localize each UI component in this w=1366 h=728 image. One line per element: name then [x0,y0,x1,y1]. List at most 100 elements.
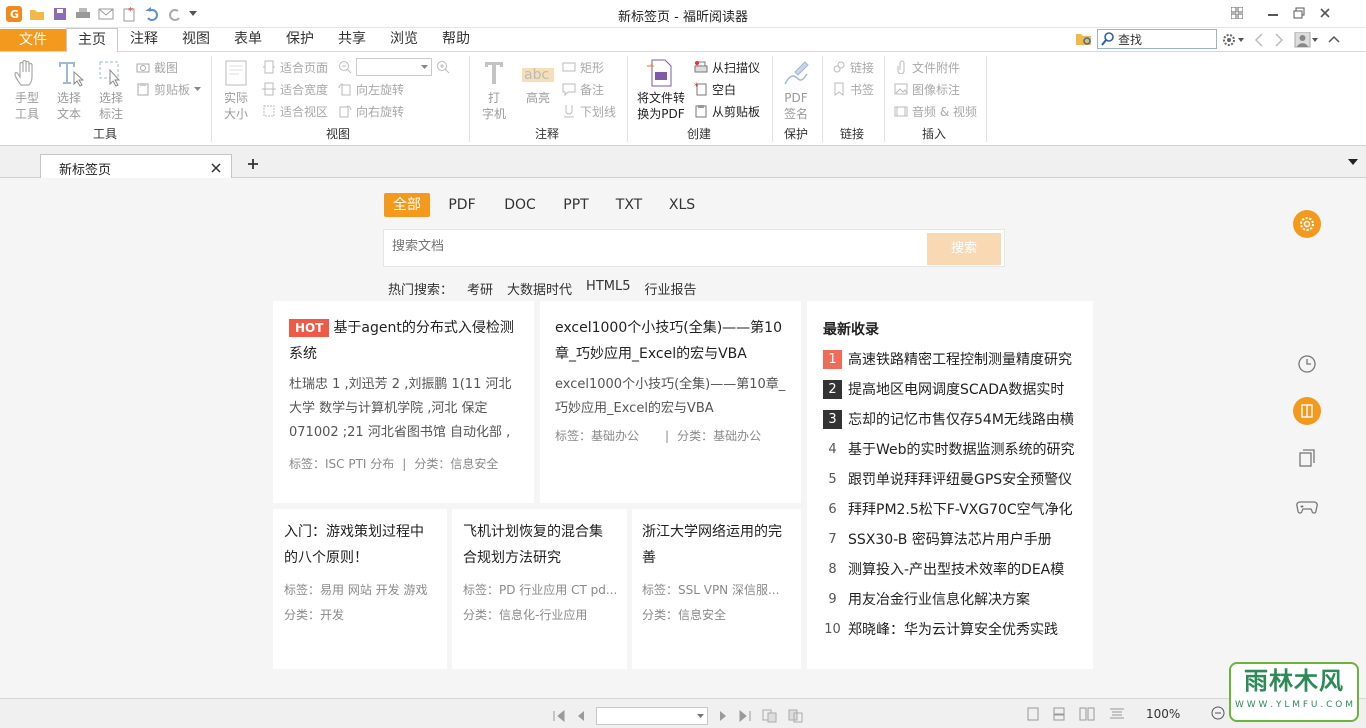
documents-icon[interactable] [1293,444,1321,472]
settings-gear-icon[interactable] [1293,210,1321,238]
tab-comment[interactable]: 注释 [122,28,166,52]
tab-file[interactable]: 文件 [0,29,66,51]
document-card[interactable]: 入门：游戏策划过程中的八个原则！ 标签：易用 网站 开发 游戏 分类：开发 [273,509,447,669]
hot-search-term[interactable]: 大数据时代 [507,279,572,298]
tab-help[interactable]: 帮助 [434,28,478,52]
nav-back-icon[interactable] [1254,33,1264,47]
pdf-sign-button[interactable]: PDF 签名 [778,58,814,122]
latest-item[interactable]: 7 SSX30-B 密码算法芯片用户手册 [823,529,1051,549]
gamepad-icon[interactable] [1293,492,1321,520]
prev-view-icon[interactable] [762,709,778,723]
latest-item[interactable]: 5 跟罚单说拜拜评纽曼GPS安全预警仪 [823,469,1072,489]
nav-forward-icon[interactable] [1274,33,1284,47]
filter-doc[interactable]: DOC [500,193,540,217]
filter-pdf[interactable]: PDF [442,193,482,217]
bookmark-button[interactable]: 书签 [832,79,874,99]
search-button[interactable]: 搜索 [927,233,1001,265]
card-title[interactable]: 飞机计划恢复的混合集合规划方法研究 [463,519,616,571]
tab-share[interactable]: 共享 [330,28,374,52]
close-button[interactable] [1312,2,1338,24]
file-attachment-button[interactable]: 文件附件 [894,57,960,77]
fit-page-button[interactable]: 适合页面 [262,57,328,77]
hot-search-term[interactable]: HTML5 [586,279,630,298]
tab-browse[interactable]: 浏览 [382,28,426,52]
prev-page-icon[interactable] [576,710,586,722]
restore-button[interactable] [1286,2,1312,24]
clipboard-button[interactable]: 剪贴板 [136,79,202,99]
continuous-facing-icon[interactable] [1109,707,1125,721]
page-number-field[interactable] [596,707,708,725]
from-clipboard-button[interactable]: 从剪贴板 [694,101,760,121]
card-title[interactable]: excel1000个小技巧(全集)——第10章_巧妙应用_Excel的宏与VBA [555,315,786,367]
filter-xls[interactable]: XLS [663,193,701,217]
select-annotation-button[interactable]: 选择 标注 [92,58,130,122]
blank-button[interactable]: * 空白 [694,79,736,99]
tab-protect[interactable]: 保护 [278,28,322,52]
convert-to-pdf-button[interactable]: 将文件转 换为PDF [634,58,688,122]
actual-size-button[interactable]: 实际 大小 [217,58,255,122]
facing-page-icon[interactable] [1079,707,1095,721]
collapse-ribbon-icon[interactable] [1328,34,1340,46]
card-title[interactable]: HOT 基于agent的分布式入侵检测系统 [289,315,518,367]
document-card[interactable]: HOT 基于agent的分布式入侵检测系统 杜瑞忠 1 ,刘迅芳 2 ,刘振鹏 1… [273,301,534,503]
latest-item[interactable]: 9 用友冶金行业信息化解决方案 [823,589,1030,609]
zoom-level[interactable]: 100% [1146,707,1180,721]
latest-item[interactable]: 6 拜拜PM2.5松下F-VXG70C空气净化 [823,499,1072,519]
fit-width-button[interactable]: 适合宽度 [262,79,328,99]
latest-item[interactable]: 10 郑晓峰：华为云计算安全优秀实践 [823,619,1058,639]
settings-gear-icon[interactable] [1222,33,1244,47]
rotate-right-button[interactable]: 向右旋转 [338,101,404,121]
next-view-icon[interactable] [788,709,804,723]
document-card[interactable]: excel1000个小技巧(全集)——第10章_巧妙应用_Excel的宏与VBA… [540,301,801,503]
new-tab-plus-icon[interactable] [247,158,259,170]
history-clock-icon[interactable] [1293,350,1321,378]
filter-ppt[interactable]: PPT [557,193,595,217]
note-button[interactable]: 备注 [562,79,604,99]
latest-item[interactable]: 2 提高地区电网调度SCADA数据实时 [823,379,1064,399]
hot-search-term[interactable]: 行业报告 [645,279,697,298]
rectangle-button[interactable]: 矩形 [562,57,604,77]
snapshot-button[interactable]: 截图 [136,57,178,77]
hot-search-term[interactable]: 考研 [467,279,493,298]
audio-video-button[interactable]: 音频 & 视频 [894,101,977,121]
select-text-button[interactable]: 选择 文本 [50,58,88,122]
underline-button[interactable]: 下划线 [562,101,616,121]
find-folder-icon[interactable] [1075,31,1093,47]
tab-home[interactable]: 主页 [66,28,118,53]
next-page-icon[interactable] [718,710,728,722]
card-title[interactable]: 入门：游戏策划过程中的八个原则！ [284,519,436,571]
single-page-icon[interactable] [1027,707,1039,721]
document-card[interactable]: 飞机计划恢复的混合集合规划方法研究 标签：PD 行业应用 CT pd... 分类… [452,509,627,669]
hand-tool-button[interactable]: 手型 工具 [8,58,46,122]
highlight-button[interactable]: abc 高亮 [518,58,558,106]
from-scanner-button[interactable]: 从扫描仪 [694,57,760,77]
first-page-icon[interactable] [552,710,566,722]
continuous-page-icon[interactable] [1053,707,1065,721]
link-button[interactable]: 链接 [832,57,874,77]
zoom-out-icon[interactable] [338,60,352,74]
zoom-in-icon[interactable] [436,60,450,74]
latest-item[interactable]: 4 基于Web的实时数据监测系统的研究 [823,439,1074,459]
fit-visible-button[interactable]: 适合视区 [262,101,328,121]
last-page-icon[interactable] [738,710,752,722]
filter-all[interactable]: 全部 [384,193,430,217]
document-card[interactable]: 浙江大学网络运用的完善 标签：SSL VPN 深信服... 分类：信息安全 [632,509,801,669]
filter-txt[interactable]: TXT [610,193,648,217]
document-tab[interactable]: 新标签页 [40,154,232,178]
tab-form[interactable]: 表单 [226,28,270,52]
document-search-input[interactable] [392,239,912,254]
find-field[interactable]: 查找 [1097,29,1217,49]
user-avatar-icon[interactable] [1294,32,1318,48]
close-tab-icon[interactable] [211,163,221,173]
reader-mode-icon[interactable] [1293,397,1321,425]
typewriter-button[interactable]: 打 字机 [474,58,514,122]
tab-list-dropdown-icon[interactable] [1348,159,1358,166]
layout-icon[interactable] [1224,2,1250,24]
zoom-select[interactable] [356,58,432,76]
latest-item[interactable]: 8 测算投入-产出型技术效率的DEA模 [823,559,1064,579]
image-annotation-button[interactable]: 图像标注 [894,79,960,99]
latest-item[interactable]: 3 忘却的记忆市售仅存54M无线路由横 [823,409,1074,429]
zoom-out-icon[interactable] [1211,706,1225,720]
tab-view[interactable]: 视图 [174,28,218,52]
card-title[interactable]: 浙江大学网络运用的完善 [642,519,791,571]
